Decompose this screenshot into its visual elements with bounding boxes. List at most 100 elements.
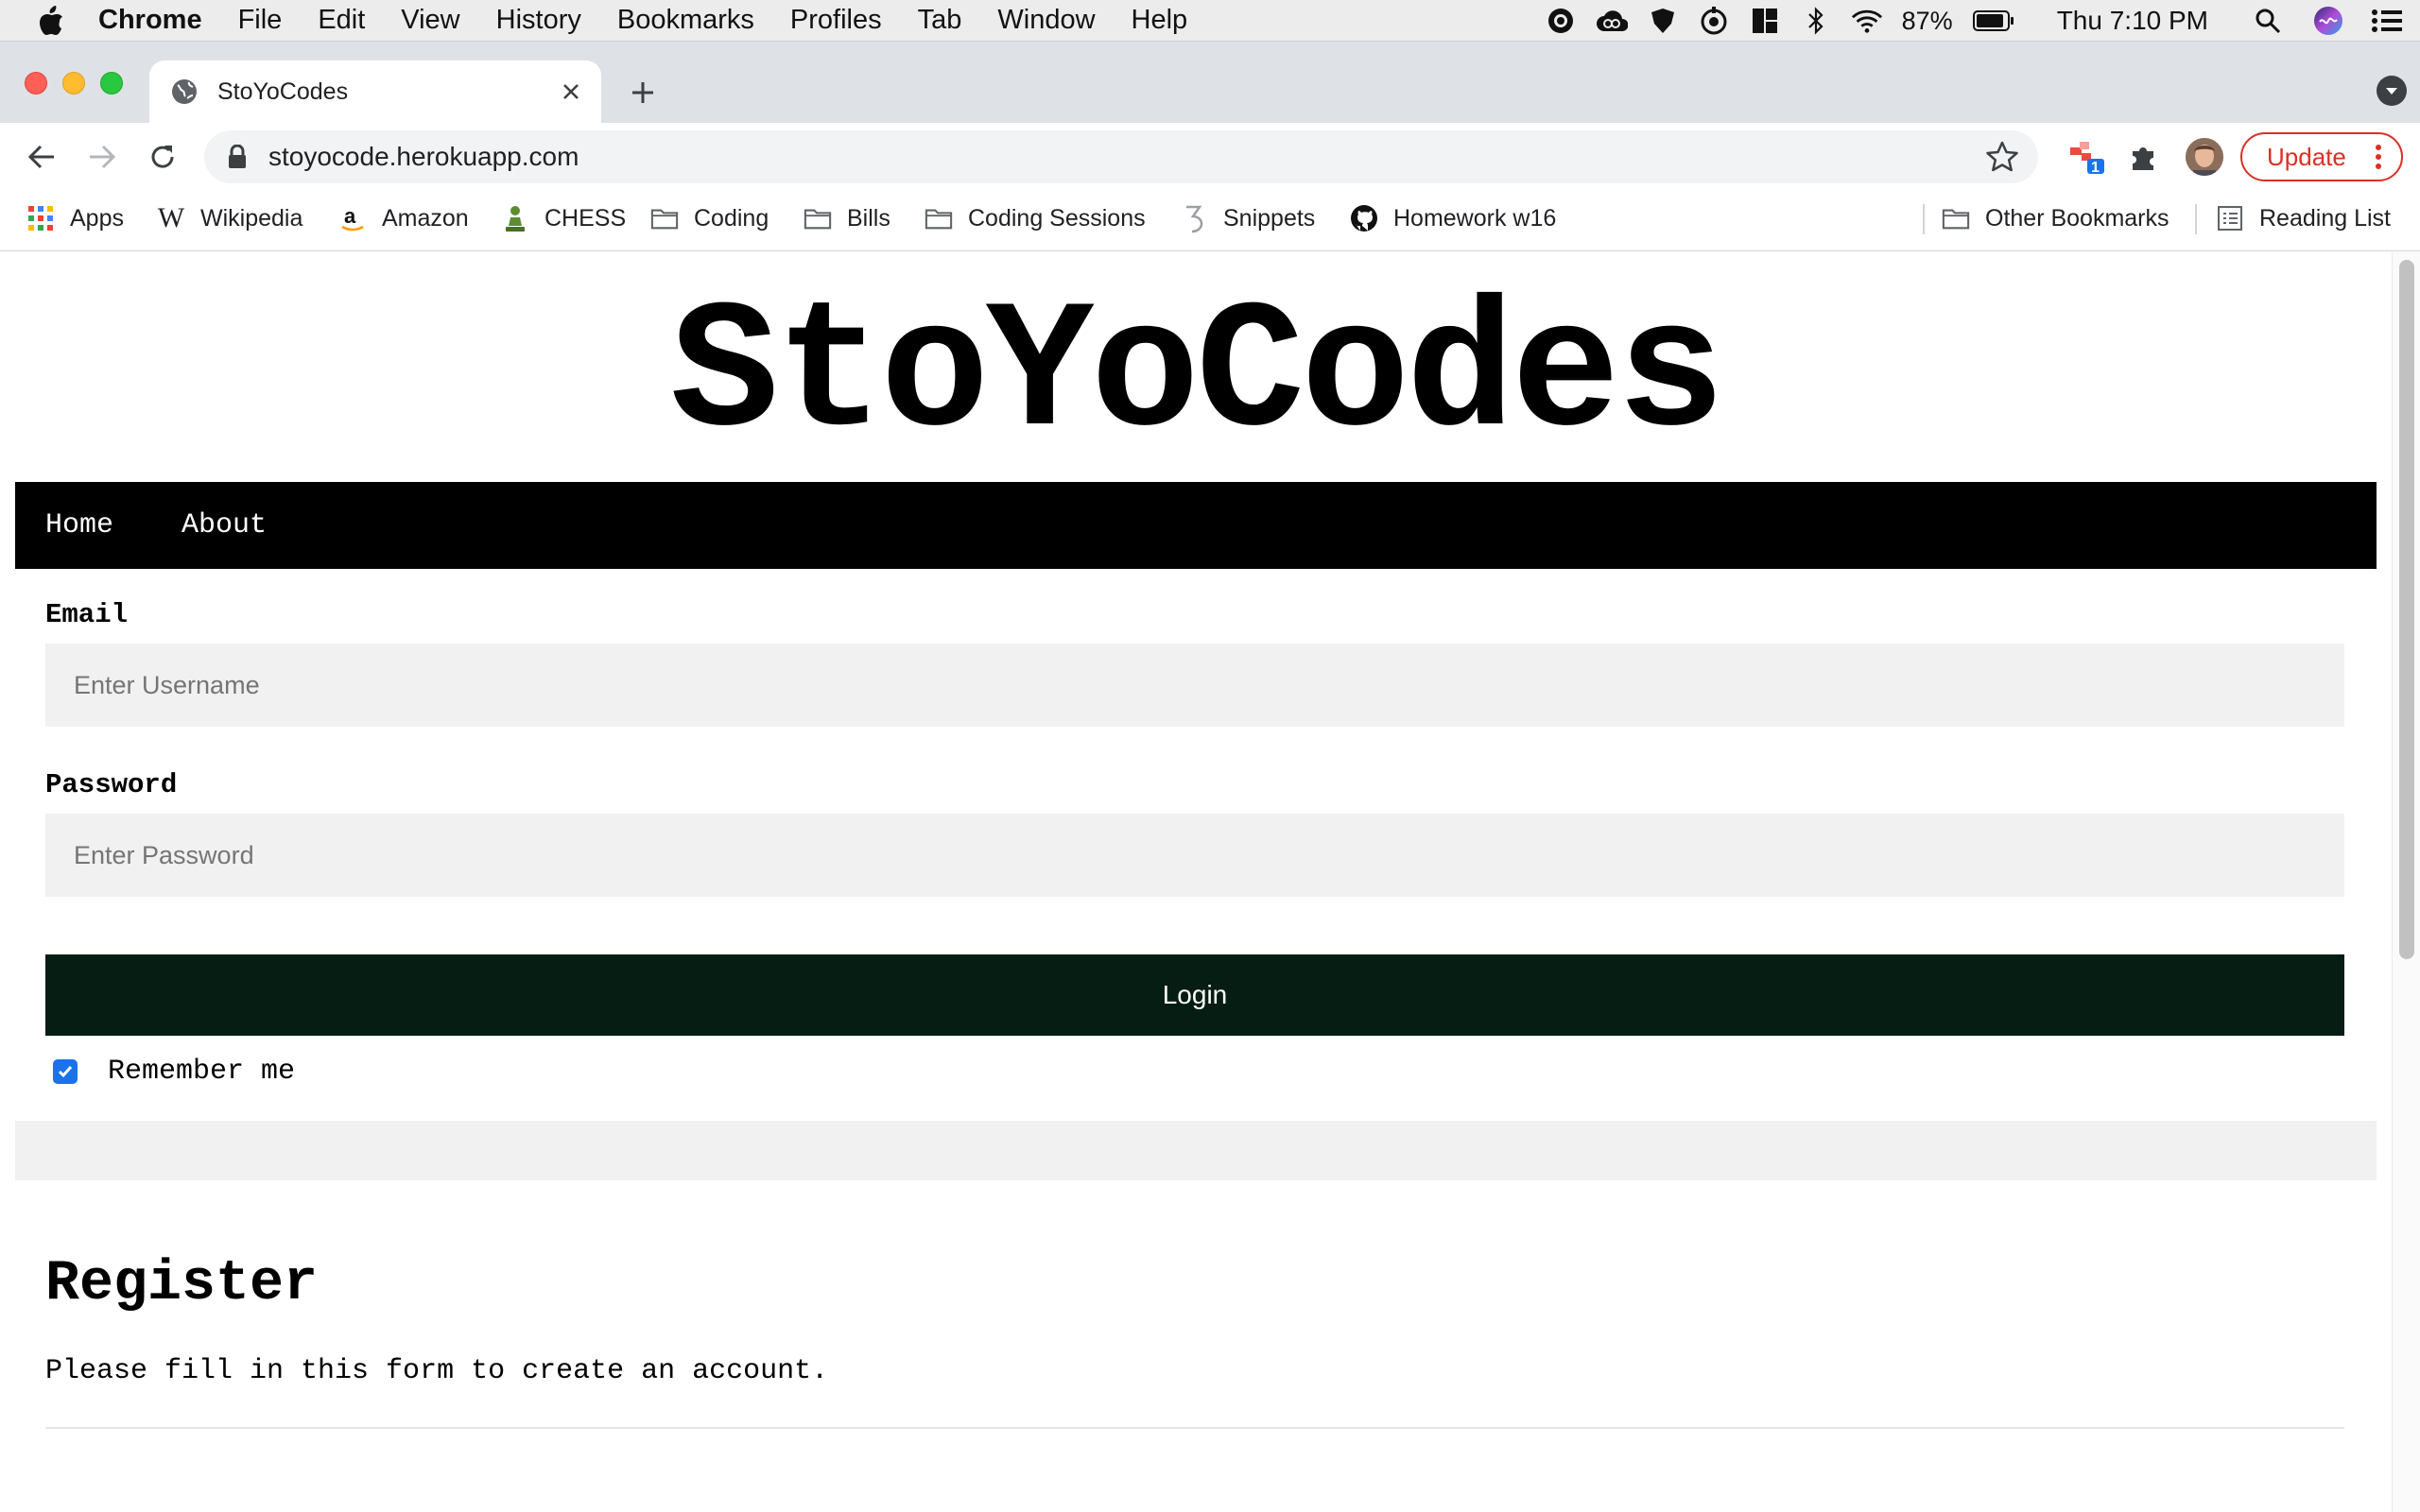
bookmark-chess[interactable]: CHESS: [501, 191, 626, 246]
extensions-puzzle-icon[interactable]: [2123, 136, 2165, 178]
bookmark-wikipedia[interactable]: W Wikipedia: [157, 191, 303, 246]
wikipedia-w-icon: W: [157, 202, 185, 233]
browser-toolbar: stoyocode.herokuapp.com 1 Update: [0, 123, 2420, 191]
folder-icon: [804, 204, 832, 232]
close-tab-icon[interactable]: [558, 78, 584, 105]
bookmark-star-icon[interactable]: [1985, 140, 2019, 174]
bluetooth-icon[interactable]: [1800, 6, 1832, 36]
bookmark-apps[interactable]: Apps: [26, 191, 124, 246]
battery-icon[interactable]: [1972, 6, 2015, 36]
menu-app-name[interactable]: Chrome: [98, 5, 202, 36]
globe-favicon-icon: [172, 79, 197, 104]
wifi-icon[interactable]: [1851, 6, 1883, 36]
reading-list-icon: [2216, 204, 2244, 232]
bookmark-label: Coding: [694, 204, 769, 232]
menu-tab[interactable]: Tab: [918, 5, 962, 36]
email-label: Email: [45, 599, 129, 630]
folder-icon: [650, 204, 679, 232]
password-label: Password: [45, 769, 178, 800]
folder-icon: [1942, 204, 1970, 232]
url-text[interactable]: stoyocode.herokuapp.com: [268, 142, 1985, 172]
back-arrow-icon[interactable]: [21, 136, 62, 178]
page-viewport: StoYoCodes Home About Email Password Log…: [0, 252, 2420, 1512]
address-bar[interactable]: stoyocode.herokuapp.com: [204, 130, 2038, 183]
apple-logo-icon[interactable]: [38, 5, 64, 36]
window-zoom-button[interactable]: [100, 72, 123, 94]
menu-history[interactable]: History: [496, 5, 581, 36]
site-navbar: Home About: [15, 482, 2377, 569]
menu-window[interactable]: Window: [997, 5, 1095, 36]
scrollbar-thumb[interactable]: [2399, 260, 2414, 959]
bookmark-snippets[interactable]: Snippets: [1180, 191, 1315, 246]
reading-list-button[interactable]: Reading List: [2216, 191, 2391, 246]
bookmark-label: Apps: [70, 204, 124, 232]
bookmark-homework[interactable]: Homework w16: [1350, 191, 1556, 246]
bookmarks-divider: [2195, 204, 2197, 234]
extension-badge-count: 1: [2091, 160, 2100, 176]
menu-view[interactable]: View: [401, 5, 459, 36]
register-subtitle: Please fill in this form to create an ac…: [45, 1355, 829, 1387]
github-icon: [1350, 204, 1378, 232]
reload-icon[interactable]: [142, 136, 183, 178]
tab-title: StoYoCodes: [217, 77, 349, 105]
spotlight-search-icon[interactable]: [2252, 6, 2284, 36]
svg-text:a: a: [344, 204, 356, 228]
creative-cloud-icon[interactable]: [1596, 6, 1628, 36]
form-footer-band: [15, 1121, 2377, 1180]
checkmark-icon: [58, 1066, 73, 1078]
bookmark-label: Snippets: [1223, 204, 1316, 232]
site-title: StoYoCodes: [669, 272, 1725, 478]
bookmark-folder-coding-sessions[interactable]: Coding Sessions: [925, 191, 1146, 246]
menu-profiles[interactable]: Profiles: [790, 5, 882, 36]
bookmark-label: CHESS: [544, 204, 627, 232]
window-minimize-button[interactable]: [62, 72, 85, 94]
menu-file[interactable]: File: [238, 5, 283, 36]
magnet-window-icon[interactable]: [1749, 6, 1781, 36]
bookmark-folder-coding[interactable]: Coding: [650, 191, 769, 246]
siri-icon[interactable]: [2312, 6, 2344, 36]
bookmark-folder-bills[interactable]: Bills: [804, 191, 890, 246]
menu-edit[interactable]: Edit: [318, 5, 365, 36]
active-tab[interactable]: StoYoCodes: [149, 60, 601, 123]
new-tab-plus-icon[interactable]: [624, 74, 662, 112]
control-center-icon[interactable]: [2371, 6, 2403, 36]
nav-home-link[interactable]: Home: [45, 509, 113, 541]
page-scrollbar[interactable]: [2392, 252, 2420, 1512]
extension-badge-icon[interactable]: 1: [2066, 136, 2108, 178]
bookmark-label: Wikipedia: [200, 204, 303, 232]
vpn-shield-icon[interactable]: [1647, 6, 1679, 36]
browser-tab-strip: StoYoCodes: [0, 42, 2420, 123]
bookmark-label: Homework w16: [1393, 204, 1557, 232]
bookmark-label: Other Bookmarks: [1985, 204, 2169, 232]
window-close-button[interactable]: [25, 72, 47, 94]
bookmarks-divider: [1923, 204, 1925, 234]
bookmark-other-bookmarks[interactable]: Other Bookmarks: [1942, 191, 2169, 246]
bookmark-amazon[interactable]: a Amazon: [338, 191, 469, 246]
more-menu-icon[interactable]: [2369, 142, 2388, 172]
eye-status-icon[interactable]: [1545, 6, 1577, 36]
bookmark-label: Amazon: [382, 204, 469, 232]
password-field[interactable]: [45, 814, 2344, 897]
login-button[interactable]: Login: [45, 954, 2344, 1036]
forward-arrow-icon[interactable]: [81, 136, 123, 178]
update-button[interactable]: Update: [2240, 132, 2403, 181]
menu-help[interactable]: Help: [1132, 5, 1188, 36]
bookmark-label: Coding Sessions: [968, 204, 1146, 232]
profile-avatar[interactable]: [2186, 138, 2223, 176]
macos-menu-bar: Chrome File Edit View History Bookmarks …: [0, 0, 2420, 42]
tab-search-chevron-icon[interactable]: [2377, 76, 2407, 106]
email-field[interactable]: [45, 644, 2344, 727]
nav-about-link[interactable]: About: [182, 509, 267, 541]
register-heading: Register: [45, 1252, 319, 1316]
steelseries-icon[interactable]: [1698, 6, 1730, 36]
bookmark-label: Bills: [847, 204, 890, 232]
menu-clock[interactable]: Thu 7:10 PM: [2057, 6, 2208, 36]
apps-grid-icon: [26, 204, 55, 232]
bookmark-label: Reading List: [2259, 204, 2391, 232]
lock-icon[interactable]: [227, 145, 248, 169]
remember-me-label[interactable]: Remember me: [108, 1056, 295, 1088]
snippets-logo-icon: [1180, 204, 1208, 233]
remember-me-checkbox[interactable]: [53, 1059, 78, 1084]
chess-pawn-icon: [501, 204, 529, 232]
menu-bookmarks[interactable]: Bookmarks: [617, 5, 754, 36]
